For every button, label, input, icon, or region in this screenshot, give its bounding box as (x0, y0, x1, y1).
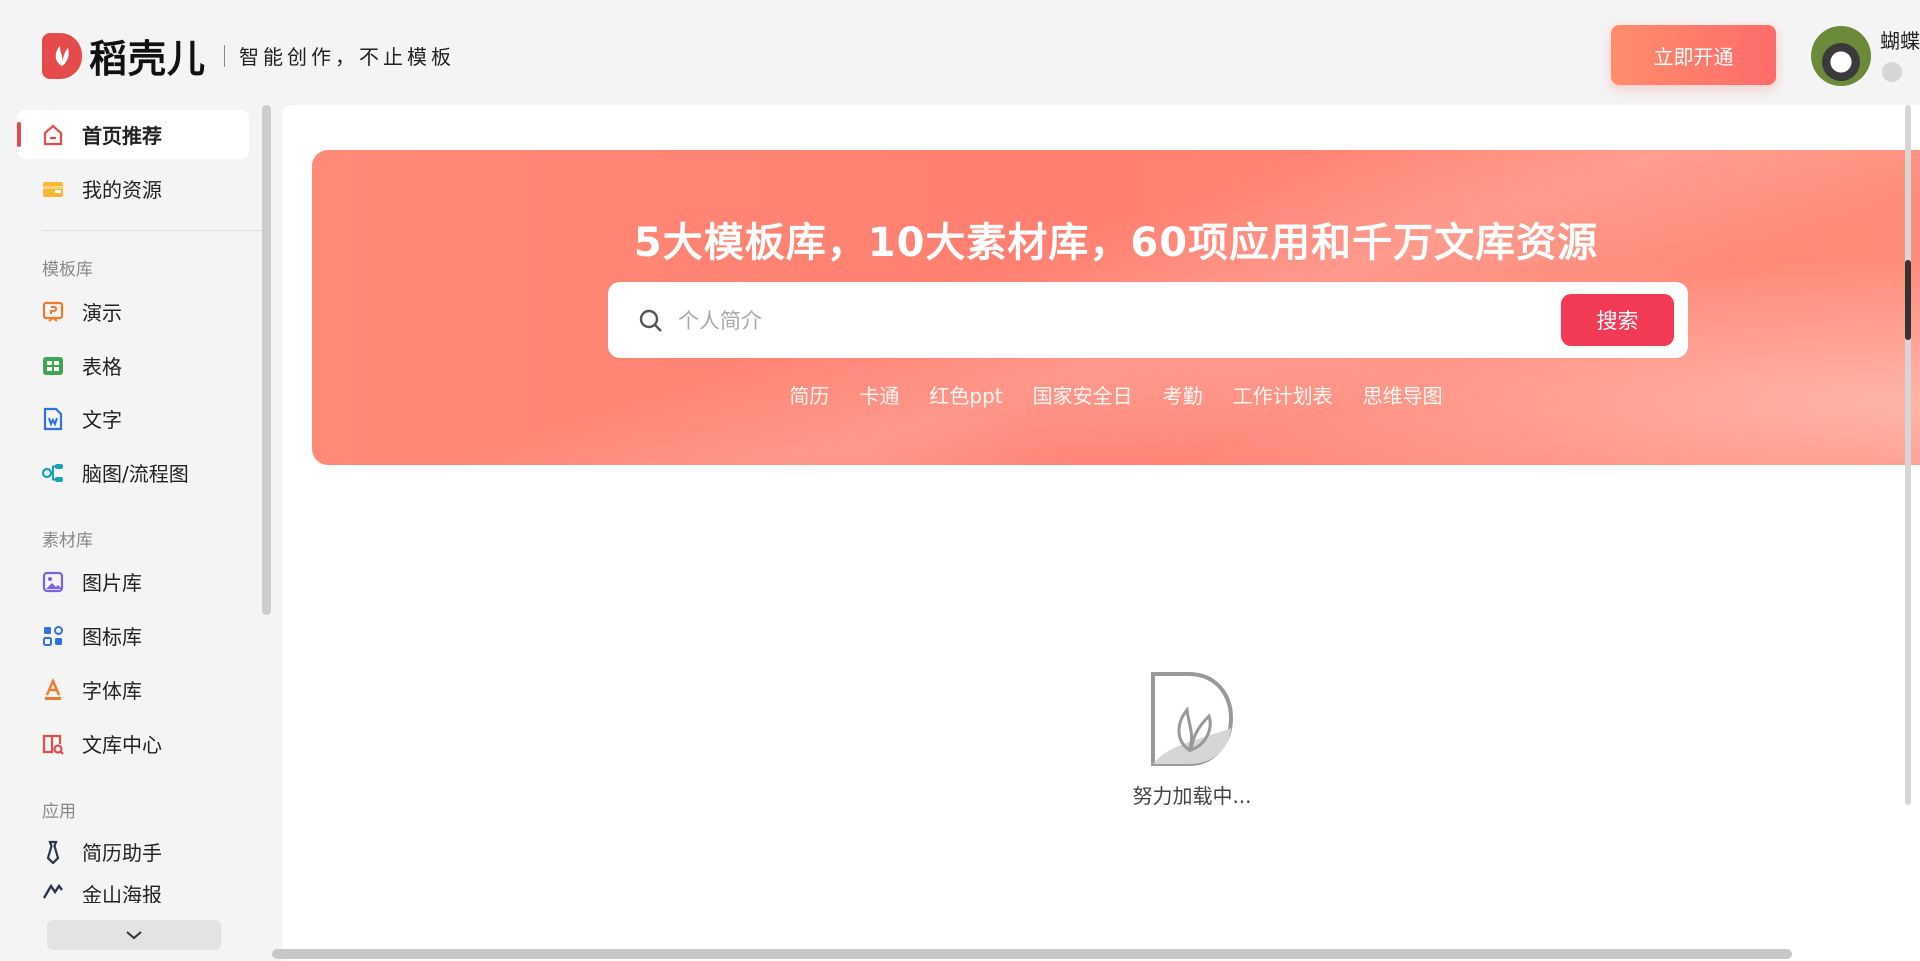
sidebar-item-label: 演示 (82, 301, 122, 325)
member-badge-icon (1882, 62, 1902, 82)
sidebar-item-label: 简历助手 (82, 841, 162, 865)
sidebar-divider (42, 230, 262, 231)
loading-indicator: 努力加载中... (1112, 670, 1272, 809)
section-title-apps: 应用 (42, 802, 76, 822)
user-name[interactable]: 蝴蝶 (1880, 25, 1920, 54)
horizontal-scrollbar[interactable] (272, 949, 1792, 959)
chevron-down-icon (126, 931, 142, 940)
sidebar-item-document[interactable]: 文字 (17, 394, 249, 443)
main-vertical-scrollbar[interactable] (1905, 105, 1911, 805)
hero-banner: 5大模板库，10大素材库，60项应用和千万文库资源 搜索 简历 卡通 红色ppt… (312, 150, 1920, 465)
sidebar-item-label: 文字 (82, 408, 122, 432)
sidebar-item-resume-assistant[interactable]: 简历助手 (17, 827, 249, 876)
sidebar-expand-button[interactable] (47, 920, 221, 950)
brand-name: 稻壳儿 (89, 37, 207, 81)
sidebar-item-presentation[interactable]: 演示 (17, 287, 249, 336)
hot-tag[interactable]: 思维导图 (1363, 380, 1443, 409)
daoker-logo-icon (42, 32, 82, 79)
search-button[interactable]: 搜索 (1561, 294, 1674, 346)
sidebar: 首页推荐 我的资源 模板库 演示 表格 文字 脑图/流程图 素材库 图片库 图标… (0, 100, 271, 961)
spreadsheet-icon (43, 356, 63, 375)
hot-tag[interactable]: 红色ppt (929, 380, 1002, 409)
sidebar-item-fonts[interactable]: 字体库 (17, 665, 249, 714)
sidebar-item-spreadsheet[interactable]: 表格 (17, 341, 249, 390)
sidebar-scrollbar[interactable] (262, 105, 271, 615)
loading-logo-icon (1151, 672, 1234, 766)
hot-tag[interactable]: 工作计划表 (1233, 380, 1333, 409)
library-icon (42, 734, 64, 755)
icons-grid-icon (43, 625, 63, 646)
sidebar-item-label: 金山海报 (82, 883, 162, 903)
sidebar-item-mindmap[interactable]: 脑图/流程图 (17, 448, 249, 497)
avatar[interactable] (1811, 26, 1871, 86)
document-icon (43, 407, 63, 430)
search-icon (639, 309, 662, 332)
sidebar-item-home[interactable]: 首页推荐 (17, 110, 249, 159)
tie-icon (46, 840, 60, 864)
search-input[interactable] (676, 302, 1480, 340)
sidebar-item-label: 脑图/流程图 (82, 462, 189, 486)
sidebar-item-label: 首页推荐 (82, 124, 162, 148)
sidebar-item-label: 图标库 (82, 625, 142, 649)
brand-slogan: 智能创作，不止模板 (239, 45, 456, 69)
main-scrollbar-thumb[interactable] (1905, 260, 1911, 340)
hot-tag[interactable]: 考勤 (1163, 380, 1203, 409)
open-membership-button[interactable]: 立即开通 (1611, 25, 1776, 85)
sidebar-item-label: 表格 (82, 355, 122, 379)
hero-title: 5大模板库，10大素材库，60项应用和千万文库资源 (633, 220, 1599, 266)
sidebar-item-library[interactable]: 文库中心 (17, 719, 249, 768)
section-title-materials: 素材库 (42, 531, 93, 551)
sidebar-item-my-resources[interactable]: 我的资源 (17, 164, 249, 213)
sidebar-item-label: 文库中心 (82, 733, 162, 757)
hot-search-tags: 简历 卡通 红色ppt 国家安全日 考勤 工作计划表 思维导图 (312, 380, 1920, 409)
sidebar-item-images[interactable]: 图片库 (17, 557, 249, 606)
presentation-icon (42, 301, 64, 322)
logo-divider (224, 44, 226, 67)
poster-icon (42, 883, 63, 899)
section-title-templates: 模板库 (42, 260, 93, 280)
home-icon (43, 124, 63, 145)
wallet-icon (43, 181, 63, 197)
hot-tag[interactable]: 卡通 (859, 380, 899, 409)
search-box: 搜索 (608, 282, 1688, 358)
hot-tag[interactable]: 简历 (789, 380, 829, 409)
sidebar-item-label: 字体库 (82, 679, 142, 703)
sidebar-item-icons[interactable]: 图标库 (17, 611, 249, 660)
loading-text: 努力加载中... (1132, 784, 1252, 808)
sidebar-item-label: 图片库 (82, 571, 142, 595)
mindmap-icon (41, 463, 63, 482)
image-icon (42, 571, 64, 592)
brand-logo[interactable]: 稻壳儿 智能创作，不止模板 (42, 28, 455, 83)
sidebar-item-poster[interactable]: 金山海报 (17, 877, 249, 903)
main-content: 5大模板库，10大素材库，60项应用和千万文库资源 搜索 简历 卡通 红色ppt… (282, 105, 1920, 961)
sidebar-item-label: 我的资源 (82, 178, 162, 202)
hot-tag[interactable]: 国家安全日 (1033, 380, 1133, 409)
font-icon (45, 677, 61, 700)
